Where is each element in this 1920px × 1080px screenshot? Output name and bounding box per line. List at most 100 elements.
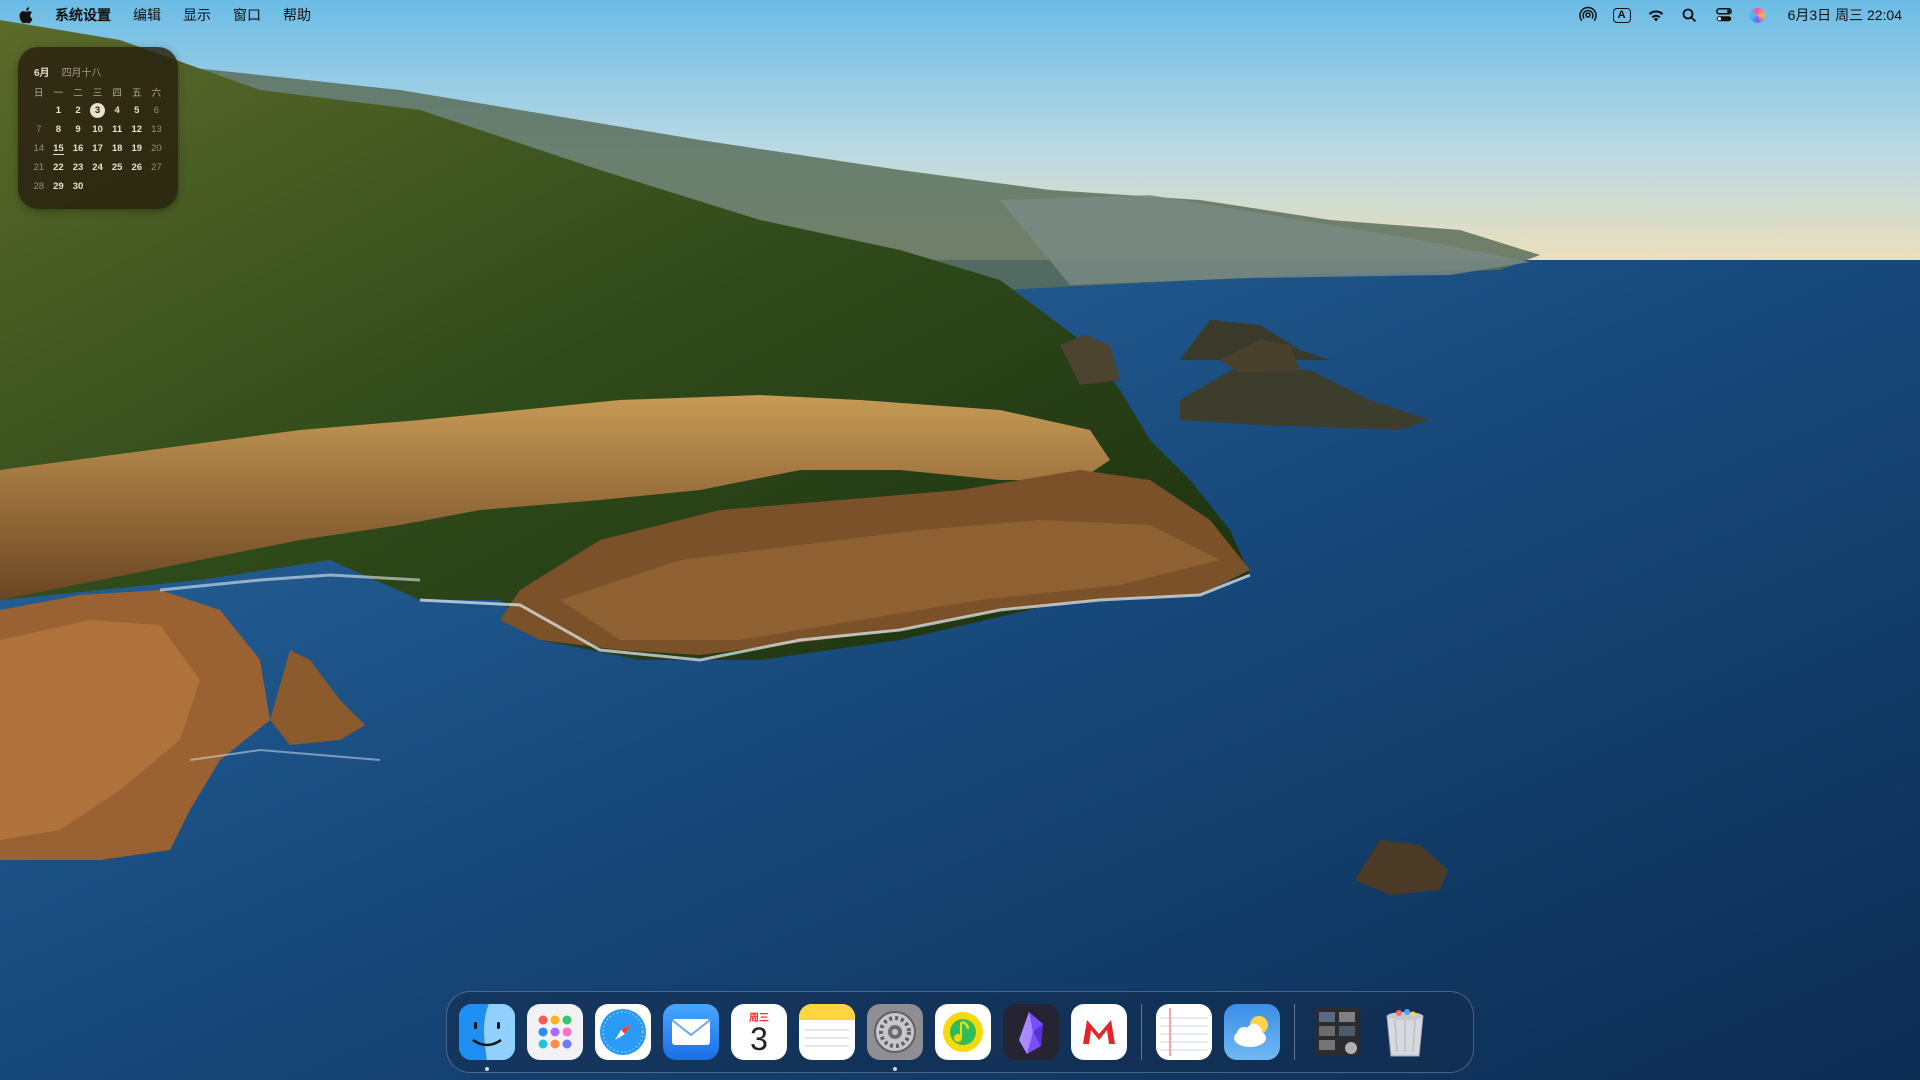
input-method-label: A — [1612, 7, 1631, 23]
calendar-widget[interactable]: 6月 四月十八 日一二三四五六 1 2 3 4 5 6 7 8 9 10 11 12 13 14 15 16 17… — [18, 47, 178, 209]
calendar-day: 30 — [72, 181, 84, 192]
control-center-icon[interactable] — [1710, 3, 1738, 27]
calendar-day: 5 — [134, 105, 140, 116]
menu-bar: 系统设置 编辑 显示 窗口 帮助 A 6月3日 周三 22:04 — [0, 0, 1920, 30]
airdrop-icon[interactable] — [1574, 3, 1602, 27]
calendar-month: 6月 — [34, 68, 50, 79]
running-indicator — [485, 1067, 489, 1071]
calendar-day: 1 — [55, 105, 62, 116]
siri-icon[interactable] — [1744, 3, 1772, 27]
calendar-weekday-header: 一 — [53, 87, 64, 99]
dock-finder[interactable] — [459, 1004, 515, 1071]
dock-downloads-stack[interactable] — [1309, 1004, 1365, 1060]
dock-launchpad[interactable] — [527, 1004, 583, 1060]
menu-help[interactable]: 帮助 — [272, 5, 322, 25]
wifi-icon[interactable] — [1642, 3, 1670, 27]
calendar-day: 27 — [151, 162, 162, 173]
menu-app-name[interactable]: 系统设置 — [44, 5, 122, 25]
calendar-empty-cell — [29, 101, 49, 120]
calendar-day: 16 — [72, 143, 84, 154]
calendar-day: 26 — [131, 162, 143, 173]
calendar-day: 29 — [53, 181, 64, 192]
mail-m-icon — [1071, 1004, 1127, 1060]
coastline-scene — [0, 0, 1920, 1080]
calendar-weekday-header: 五 — [132, 87, 142, 99]
desktop-wallpaper — [0, 0, 1920, 1080]
dock-safari[interactable] — [595, 1004, 651, 1060]
calendar-day: 12 — [131, 124, 143, 135]
calendar-lunar-date: 四月十八 — [61, 68, 102, 79]
menu-window[interactable]: 窗口 — [222, 5, 272, 25]
menu-edit[interactable]: 编辑 — [122, 5, 172, 25]
calendar-day: 22 — [53, 162, 64, 173]
calendar-day: 24 — [92, 162, 103, 173]
trash-icon — [1377, 1004, 1433, 1060]
calendar-day: 18 — [111, 143, 123, 154]
calendar-weekday-header: 六 — [151, 87, 162, 99]
input-method-icon[interactable]: A — [1608, 3, 1636, 27]
calendar-day: 28 — [33, 181, 45, 192]
menu-bar-clock[interactable]: 6月3日 周三 22:04 — [1788, 5, 1902, 25]
calendar-day: 7 — [36, 124, 42, 135]
calendar-widget-header: 6月 四月十八 — [34, 64, 102, 79]
calendar-day: 17 — [92, 143, 103, 154]
calendar-grid: 日一二三四五六 1 2 3 4 5 6 7 8 9 10 11 12 13 14 15 16 17 18 19 20 21… — [29, 82, 174, 196]
dock-separator — [1294, 1004, 1295, 1060]
calendar-icon-day: 3 — [750, 1021, 768, 1057]
calendar-day: 25 — [111, 162, 123, 173]
running-indicator — [893, 1067, 897, 1071]
launchpad-icon — [527, 1004, 583, 1060]
calendar-weekday-header: 四 — [112, 87, 122, 99]
calendar-day: 6 — [153, 105, 159, 116]
dock-weather[interactable] — [1224, 1004, 1280, 1060]
dock-mail[interactable] — [663, 1004, 719, 1060]
dock-system-settings[interactable] — [867, 1004, 923, 1071]
apple-menu-icon[interactable] — [18, 6, 34, 24]
search-icon[interactable] — [1676, 3, 1704, 27]
dock-mail-master[interactable] — [1071, 1004, 1127, 1060]
calendar-day: 2 — [75, 105, 81, 116]
calendar-day: 10 — [92, 124, 103, 135]
dock-calendar[interactable]: 周三 3 — [731, 1004, 787, 1060]
calendar-day: 15 — [53, 142, 64, 155]
menu-bar-left: 系统设置 编辑 显示 窗口 帮助 — [0, 0, 322, 30]
weather-icon — [1224, 1004, 1280, 1060]
calendar-day: 20 — [151, 143, 162, 154]
calendar-day: 9 — [75, 124, 81, 135]
calendar-empty-cell — [88, 177, 108, 196]
calendar-day: 21 — [33, 162, 45, 173]
dock-separator — [1141, 1004, 1142, 1060]
calendar-day: 13 — [151, 124, 162, 135]
safari-icon — [595, 1004, 651, 1060]
mail-icon — [663, 1004, 719, 1060]
calendar-day: 4 — [114, 105, 120, 116]
notepad-icon — [1156, 1004, 1212, 1060]
music-icon — [935, 1004, 991, 1060]
obsidian-icon — [1003, 1004, 1059, 1060]
settings-icon — [867, 1004, 923, 1060]
dock-qq-music[interactable] — [935, 1004, 991, 1060]
calendar-day: 19 — [131, 143, 143, 154]
calendar-weekday-header: 三 — [92, 87, 103, 99]
finder-icon — [459, 1004, 515, 1060]
calendar-empty-cell — [147, 177, 167, 196]
menu-bar-status: A 6月3日 周三 22:04 — [1574, 0, 1920, 30]
dock-trash[interactable] — [1377, 1004, 1433, 1060]
dock: 周三 3 — [446, 991, 1474, 1073]
calendar-day: 23 — [72, 162, 84, 173]
calendar-day: 11 — [112, 124, 123, 135]
calendar-day: 3 — [88, 101, 108, 120]
calendar-empty-cell — [107, 177, 127, 196]
calendar-empty-cell — [127, 177, 147, 196]
dock-notepad[interactable] — [1156, 1004, 1212, 1060]
calendar-weekday-header: 日 — [34, 87, 44, 99]
stack-icon — [1309, 1004, 1365, 1060]
calendar-day: 8 — [55, 124, 62, 135]
dock-obsidian[interactable] — [1003, 1004, 1059, 1060]
notes-icon — [799, 1004, 855, 1060]
dock-notes[interactable] — [799, 1004, 855, 1060]
menu-view[interactable]: 显示 — [172, 5, 222, 25]
calendar-weekday-header: 二 — [73, 87, 83, 99]
calendar-day: 14 — [33, 143, 45, 154]
calendar-icon: 周三 3 — [731, 1004, 787, 1060]
